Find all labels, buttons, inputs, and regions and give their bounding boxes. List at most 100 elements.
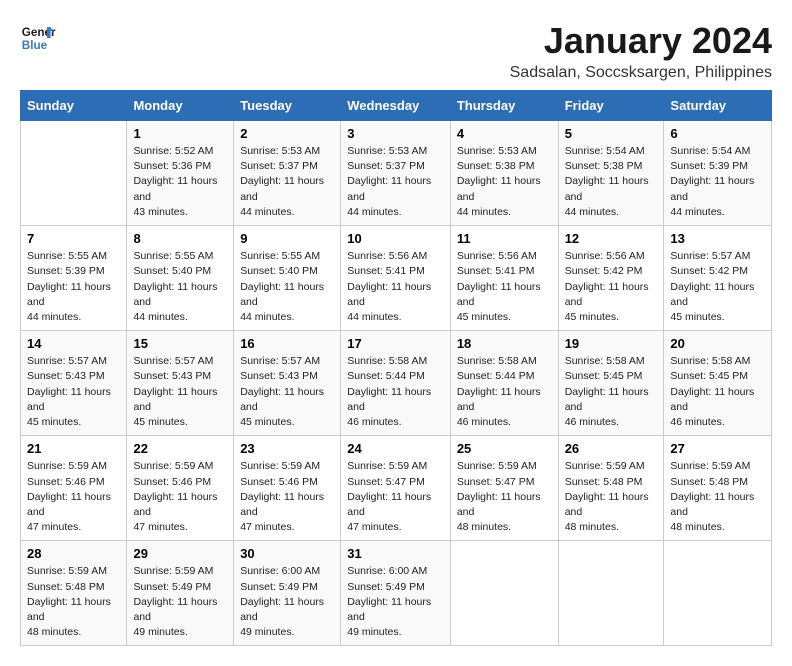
table-row: 4 Sunrise: 5:53 AMSunset: 5:38 PMDaylight… bbox=[450, 121, 558, 226]
table-row: 12 Sunrise: 5:56 AMSunset: 5:42 PMDayligh… bbox=[558, 226, 664, 331]
svg-text:Blue: Blue bbox=[22, 39, 48, 52]
day-info: Sunrise: 5:54 AMSunset: 5:39 PMDaylight:… bbox=[670, 144, 765, 220]
day-number: 27 bbox=[670, 441, 765, 456]
day-info: Sunrise: 5:58 AMSunset: 5:45 PMDaylight:… bbox=[670, 354, 765, 430]
day-info: Sunrise: 5:57 AMSunset: 5:43 PMDaylight:… bbox=[240, 354, 334, 430]
day-info: Sunrise: 5:59 AMSunset: 5:48 PMDaylight:… bbox=[27, 564, 120, 640]
day-info: Sunrise: 5:55 AMSunset: 5:40 PMDaylight:… bbox=[133, 249, 227, 325]
table-row: 31 Sunrise: 6:00 AMSunset: 5:49 PMDayligh… bbox=[341, 541, 451, 646]
day-number: 7 bbox=[27, 231, 120, 246]
day-info: Sunrise: 5:58 AMSunset: 5:44 PMDaylight:… bbox=[347, 354, 444, 430]
day-info: Sunrise: 5:56 AMSunset: 5:41 PMDaylight:… bbox=[347, 249, 444, 325]
day-info: Sunrise: 5:58 AMSunset: 5:44 PMDaylight:… bbox=[457, 354, 552, 430]
day-number: 30 bbox=[240, 546, 334, 561]
day-number: 26 bbox=[565, 441, 658, 456]
day-number: 28 bbox=[27, 546, 120, 561]
day-info: Sunrise: 5:59 AMSunset: 5:48 PMDaylight:… bbox=[565, 459, 658, 535]
day-info: Sunrise: 5:59 AMSunset: 5:46 PMDaylight:… bbox=[240, 459, 334, 535]
day-info: Sunrise: 5:57 AMSunset: 5:43 PMDaylight:… bbox=[27, 354, 120, 430]
page-header: General Blue January 2024 Sadsalan, Socc… bbox=[20, 20, 772, 82]
table-row bbox=[558, 541, 664, 646]
day-number: 12 bbox=[565, 231, 658, 246]
day-number: 25 bbox=[457, 441, 552, 456]
table-row: 6 Sunrise: 5:54 AMSunset: 5:39 PMDaylight… bbox=[664, 121, 772, 226]
day-info: Sunrise: 5:55 AMSunset: 5:39 PMDaylight:… bbox=[27, 249, 120, 325]
table-row: 19 Sunrise: 5:58 AMSunset: 5:45 PMDayligh… bbox=[558, 331, 664, 436]
table-row: 8 Sunrise: 5:55 AMSunset: 5:40 PMDaylight… bbox=[127, 226, 234, 331]
table-row: 24 Sunrise: 5:59 AMSunset: 5:47 PMDayligh… bbox=[341, 436, 451, 541]
day-number: 14 bbox=[27, 336, 120, 351]
header-tuesday: Tuesday bbox=[234, 91, 341, 121]
table-row: 9 Sunrise: 5:55 AMSunset: 5:40 PMDaylight… bbox=[234, 226, 341, 331]
calendar-title-area: January 2024 Sadsalan, Soccsksargen, Phi… bbox=[510, 20, 772, 82]
location-subtitle: Sadsalan, Soccsksargen, Philippines bbox=[510, 64, 772, 82]
calendar-week-row: 1Sunrise: 5:52 AMSunset: 5:36 PMDaylight… bbox=[21, 121, 772, 226]
table-row: 2Sunrise: 5:53 AMSunset: 5:37 PMDaylight… bbox=[234, 121, 341, 226]
day-number: 21 bbox=[27, 441, 120, 456]
table-row: 13 Sunrise: 5:57 AMSunset: 5:42 PMDayligh… bbox=[664, 226, 772, 331]
day-info: Sunrise: 5:57 AMSunset: 5:42 PMDaylight:… bbox=[670, 249, 765, 325]
table-row: 17 Sunrise: 5:58 AMSunset: 5:44 PMDayligh… bbox=[341, 331, 451, 436]
day-info: Sunrise: 5:59 AMSunset: 5:46 PMDaylight:… bbox=[133, 459, 227, 535]
day-number: 9 bbox=[240, 231, 334, 246]
day-number: 4 bbox=[457, 126, 552, 141]
table-row: 26 Sunrise: 5:59 AMSunset: 5:48 PMDayligh… bbox=[558, 436, 664, 541]
day-number: 5 bbox=[565, 126, 658, 141]
calendar-header-row: Sunday Monday Tuesday Wednesday Thursday… bbox=[21, 91, 772, 121]
table-row: 21 Sunrise: 5:59 AMSunset: 5:46 PMDayligh… bbox=[21, 436, 127, 541]
table-row: 25 Sunrise: 5:59 AMSunset: 5:47 PMDayligh… bbox=[450, 436, 558, 541]
day-info: Sunrise: 5:58 AMSunset: 5:45 PMDaylight:… bbox=[565, 354, 658, 430]
day-number: 18 bbox=[457, 336, 552, 351]
table-row: 3Sunrise: 5:53 AMSunset: 5:37 PMDaylight… bbox=[341, 121, 451, 226]
table-row: 23Sunrise: 5:59 AMSunset: 5:46 PMDayligh… bbox=[234, 436, 341, 541]
logo: General Blue bbox=[20, 20, 60, 56]
day-number: 15 bbox=[133, 336, 227, 351]
day-info: Sunrise: 5:59 AMSunset: 5:48 PMDaylight:… bbox=[670, 459, 765, 535]
header-wednesday: Wednesday bbox=[341, 91, 451, 121]
table-row bbox=[450, 541, 558, 646]
day-number: 19 bbox=[565, 336, 658, 351]
day-info: Sunrise: 5:59 AMSunset: 5:47 PMDaylight:… bbox=[347, 459, 444, 535]
calendar-week-row: 28 Sunrise: 5:59 AMSunset: 5:48 PMDayligh… bbox=[21, 541, 772, 646]
day-number: 13 bbox=[670, 231, 765, 246]
day-number: 22 bbox=[133, 441, 227, 456]
day-number: 16 bbox=[240, 336, 334, 351]
day-number: 20 bbox=[670, 336, 765, 351]
day-number: 8 bbox=[133, 231, 227, 246]
header-monday: Monday bbox=[127, 91, 234, 121]
table-row: 7 Sunrise: 5:55 AMSunset: 5:39 PMDaylight… bbox=[21, 226, 127, 331]
calendar-week-row: 14 Sunrise: 5:57 AMSunset: 5:43 PMDayligh… bbox=[21, 331, 772, 436]
day-number: 24 bbox=[347, 441, 444, 456]
day-info: Sunrise: 6:00 AMSunset: 5:49 PMDaylight:… bbox=[240, 564, 334, 640]
day-number: 3 bbox=[347, 126, 444, 141]
day-info: Sunrise: 5:59 AMSunset: 5:46 PMDaylight:… bbox=[27, 459, 120, 535]
day-info: Sunrise: 5:59 AMSunset: 5:49 PMDaylight:… bbox=[133, 564, 227, 640]
calendar-week-row: 7 Sunrise: 5:55 AMSunset: 5:39 PMDaylight… bbox=[21, 226, 772, 331]
day-info: Sunrise: 5:56 AMSunset: 5:41 PMDaylight:… bbox=[457, 249, 552, 325]
table-row: 10 Sunrise: 5:56 AMSunset: 5:41 PMDayligh… bbox=[341, 226, 451, 331]
day-number: 10 bbox=[347, 231, 444, 246]
day-number: 11 bbox=[457, 231, 552, 246]
day-number: 6 bbox=[670, 126, 765, 141]
table-row: 20 Sunrise: 5:58 AMSunset: 5:45 PMDayligh… bbox=[664, 331, 772, 436]
day-number: 17 bbox=[347, 336, 444, 351]
day-info: Sunrise: 5:56 AMSunset: 5:42 PMDaylight:… bbox=[565, 249, 658, 325]
table-row: 14 Sunrise: 5:57 AMSunset: 5:43 PMDayligh… bbox=[21, 331, 127, 436]
table-row: 1Sunrise: 5:52 AMSunset: 5:36 PMDaylight… bbox=[127, 121, 234, 226]
header-saturday: Saturday bbox=[664, 91, 772, 121]
day-info: Sunrise: 5:59 AMSunset: 5:47 PMDaylight:… bbox=[457, 459, 552, 535]
table-row: 30 Sunrise: 6:00 AMSunset: 5:49 PMDayligh… bbox=[234, 541, 341, 646]
day-info: Sunrise: 5:53 AMSunset: 5:38 PMDaylight:… bbox=[457, 144, 552, 220]
calendar-week-row: 21 Sunrise: 5:59 AMSunset: 5:46 PMDayligh… bbox=[21, 436, 772, 541]
table-row: 27 Sunrise: 5:59 AMSunset: 5:48 PMDayligh… bbox=[664, 436, 772, 541]
day-number: 31 bbox=[347, 546, 444, 561]
day-info: Sunrise: 5:55 AMSunset: 5:40 PMDaylight:… bbox=[240, 249, 334, 325]
calendar-table: Sunday Monday Tuesday Wednesday Thursday… bbox=[20, 90, 772, 646]
day-info: Sunrise: 6:00 AMSunset: 5:49 PMDaylight:… bbox=[347, 564, 444, 640]
table-row: 29 Sunrise: 5:59 AMSunset: 5:49 PMDayligh… bbox=[127, 541, 234, 646]
day-number: 1 bbox=[133, 126, 227, 141]
day-info: Sunrise: 5:57 AMSunset: 5:43 PMDaylight:… bbox=[133, 354, 227, 430]
table-row: 18 Sunrise: 5:58 AMSunset: 5:44 PMDayligh… bbox=[450, 331, 558, 436]
day-info: Sunrise: 5:53 AMSunset: 5:37 PMDaylight:… bbox=[240, 144, 334, 220]
day-number: 29 bbox=[133, 546, 227, 561]
